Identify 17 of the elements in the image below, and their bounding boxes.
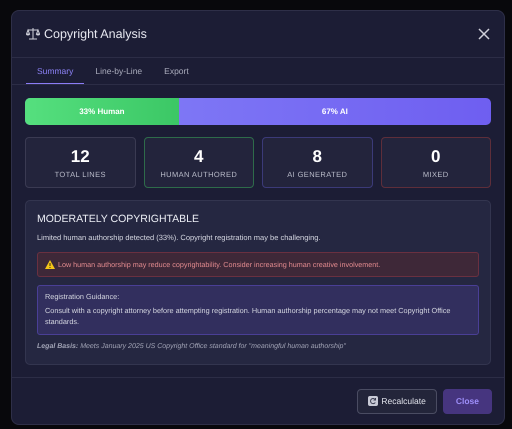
recalculate-button[interactable]: Recalculate [357, 388, 437, 414]
stat-value: 12 [70, 146, 90, 166]
refresh-icon [368, 396, 378, 406]
tab[interactable]: Line-by-Line [84, 58, 154, 84]
scales-icon [26, 27, 40, 41]
assessment-heading: MODERATELY COPYRIGHTABLE [37, 213, 200, 225]
close-icon[interactable] [478, 28, 490, 40]
stat-value: 0 [431, 146, 440, 166]
stat-value: 8 [312, 146, 322, 166]
close-button[interactable]: Close [442, 388, 492, 414]
tab[interactable]: Export [153, 58, 200, 84]
dialog-title: Copyright Analysis [44, 27, 148, 41]
tab[interactable]: Summary [26, 58, 84, 84]
stat-value: 4 [194, 146, 204, 166]
human-share-label: 33% Human [79, 107, 125, 116]
warning-icon [45, 260, 55, 269]
ai-share-label: 67% AI [322, 107, 348, 116]
